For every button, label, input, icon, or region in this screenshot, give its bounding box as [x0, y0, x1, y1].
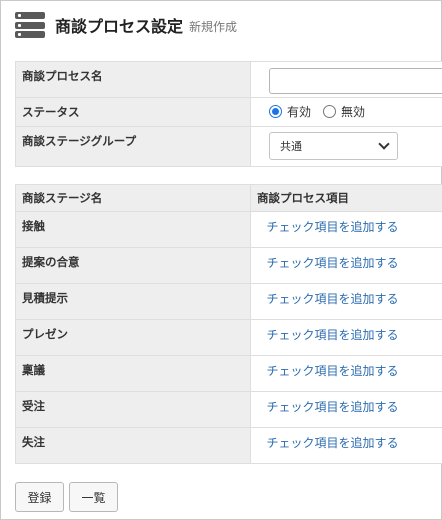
list-button[interactable]: 一覧 [69, 482, 118, 512]
register-button[interactable]: 登録 [15, 482, 64, 512]
stage-name-column-header: 商談ステージ名 [15, 184, 251, 212]
status-inactive-label[interactable]: 無効 [341, 103, 365, 120]
add-check-item-link[interactable]: チェック項目を追加する [266, 328, 398, 342]
process-name-label: 商談プロセス名 [15, 61, 251, 98]
stage-name: 見積提示 [15, 283, 251, 320]
page-header: 商談プロセス設定 新規作成 [15, 11, 237, 39]
process-items-column-header: 商談プロセス項目 [250, 184, 442, 212]
table-row: 稟議 チェック項目を追加する [15, 355, 442, 392]
database-server-icon [15, 12, 45, 38]
table-row: 接触 チェック項目を追加する [15, 211, 442, 248]
add-check-item-link[interactable]: チェック項目を追加する [266, 256, 398, 270]
process-name-cell [250, 61, 442, 98]
process-form-table: 商談プロセス名 ステータス 有効 無効 商談ステージグループ 共通 [15, 61, 442, 167]
process-name-input[interactable] [269, 68, 442, 94]
status-active-label[interactable]: 有効 [287, 103, 311, 120]
add-check-item-link[interactable]: チェック項目を追加する [266, 292, 398, 306]
status-inactive-radio[interactable] [323, 104, 337, 118]
form-row-group: 商談ステージグループ 共通 [15, 126, 442, 167]
stage-group-label: 商談ステージグループ [15, 126, 251, 167]
stage-name: 失注 [15, 427, 251, 464]
table-row: 見積提示 チェック項目を追加する [15, 283, 442, 320]
chevron-down-icon [378, 138, 390, 150]
table-row: 受注 チェック項目を追加する [15, 391, 442, 428]
stage-name: 受注 [15, 391, 251, 428]
stage-name: 接触 [15, 211, 251, 248]
status-active-radio[interactable] [269, 104, 282, 118]
stage-table-header: 商談ステージ名 商談プロセス項目 [15, 184, 442, 212]
stage-group-select[interactable]: 共通 [269, 132, 398, 160]
window-frame: 商談プロセス設定 新規作成 商談プロセス名 ステータス 有効 無効 商談ステージ… [0, 0, 442, 520]
page-subtitle: 新規作成 [189, 20, 238, 34]
stage-group-value: 共通 [280, 140, 302, 153]
status-cell: 有効 無効 [250, 97, 442, 127]
form-row-name: 商談プロセス名 [15, 61, 442, 98]
table-row: プレゼン チェック項目を追加する [15, 319, 442, 356]
page-title: 商談プロセス設定 [55, 17, 184, 36]
footer-actions: 登録 一覧 [15, 482, 118, 512]
stage-name: 提案の合意 [15, 247, 251, 284]
add-check-item-link[interactable]: チェック項目を追加する [266, 400, 398, 414]
add-check-item-link[interactable]: チェック項目を追加する [266, 364, 398, 378]
stage-name: 稟議 [15, 355, 251, 392]
form-row-status: ステータス 有効 無効 [15, 97, 442, 127]
add-check-item-link[interactable]: チェック項目を追加する [266, 220, 398, 234]
stage-group-cell: 共通 [250, 126, 442, 167]
status-label: ステータス [15, 97, 251, 127]
table-row: 提案の合意 チェック項目を追加する [15, 247, 442, 284]
stage-name: プレゼン [15, 319, 251, 356]
add-check-item-link[interactable]: チェック項目を追加する [266, 436, 398, 450]
stage-table: 商談ステージ名 商談プロセス項目 接触 チェック項目を追加する 提案の合意 チェ… [15, 184, 442, 464]
table-row: 失注 チェック項目を追加する [15, 427, 442, 464]
